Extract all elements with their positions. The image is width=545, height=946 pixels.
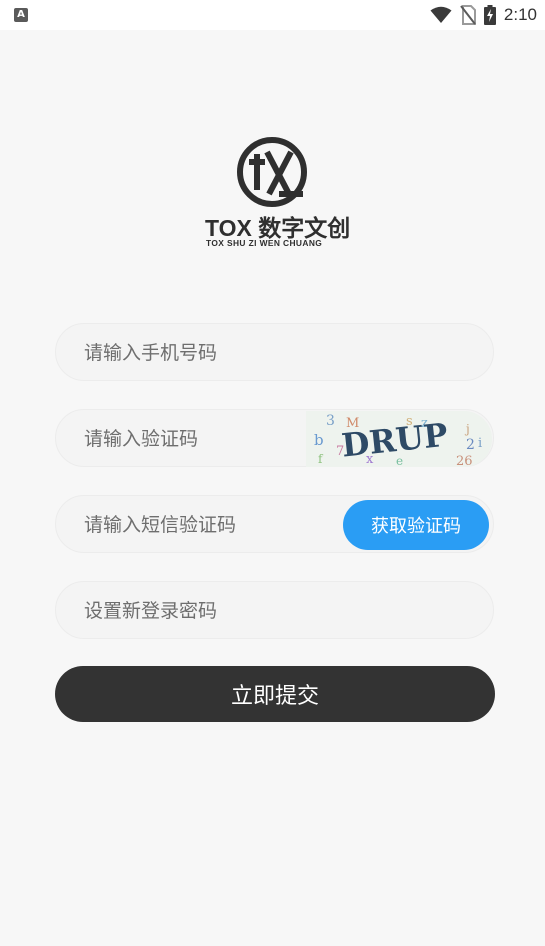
- status-bar: A 2:10: [0, 0, 545, 30]
- status-icons: 2:10: [430, 5, 537, 25]
- wifi-icon: [430, 6, 452, 23]
- svg-text:b: b: [314, 431, 324, 449]
- sms-code-input[interactable]: [82, 496, 336, 554]
- svg-text:3: 3: [326, 413, 335, 429]
- captcha-field: 3 M b 7 f x s z j i 26 e 2 DRUP: [55, 409, 494, 468]
- svg-text:i: i: [478, 436, 482, 451]
- clock-time: 2:10: [503, 5, 537, 24]
- app-notification-icon: A: [14, 8, 28, 22]
- captcha-image[interactable]: 3 M b 7 f x s z j i 26 e 2 DRUP: [306, 411, 492, 467]
- battery-charging-icon: [483, 5, 496, 25]
- get-sms-code-button[interactable]: 获取验证码: [343, 500, 489, 550]
- sms-code-field: 获取验证码: [55, 495, 494, 554]
- phone-input[interactable]: [82, 324, 336, 382]
- svg-text:26: 26: [456, 454, 473, 467]
- no-sim-icon: [460, 5, 476, 25]
- svg-text:2: 2: [466, 437, 475, 453]
- brand-subtitle: TOX SHU ZI WEN CHUANG: [206, 238, 323, 248]
- submit-button[interactable]: 立即提交: [55, 666, 495, 722]
- phone-field: [55, 323, 494, 382]
- captcha-input[interactable]: [82, 410, 336, 468]
- new-password-input[interactable]: [82, 582, 336, 640]
- password-field: [55, 581, 494, 640]
